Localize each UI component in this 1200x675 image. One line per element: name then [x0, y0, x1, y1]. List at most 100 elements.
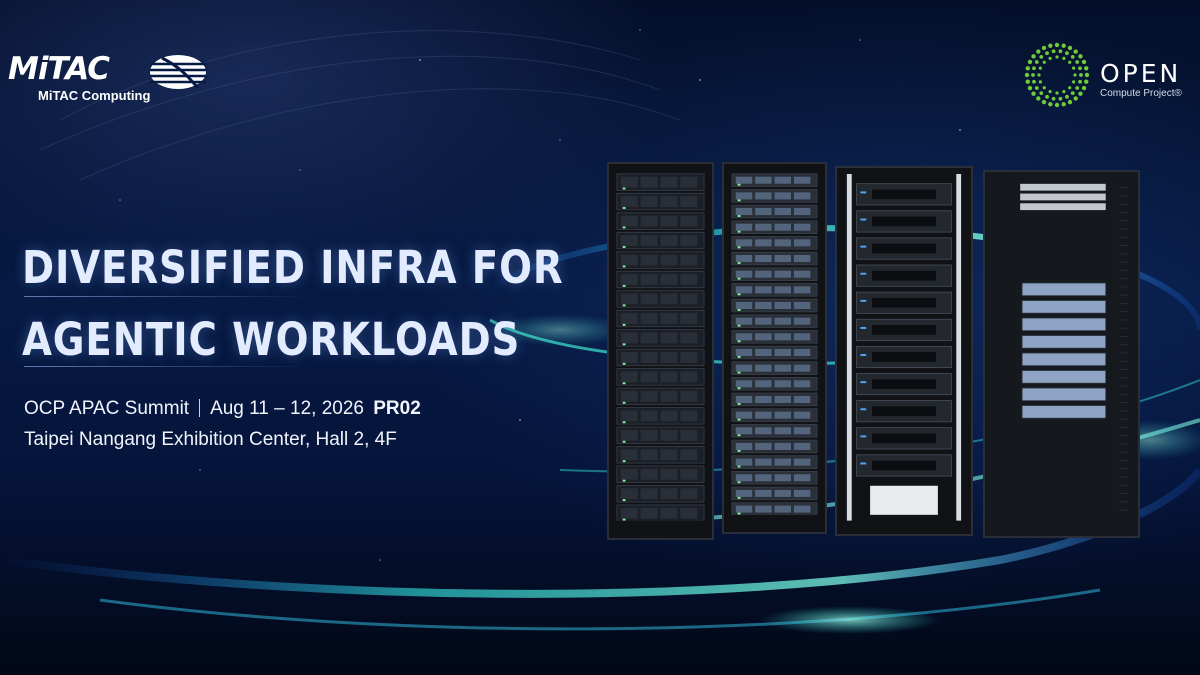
ocp-dot [1079, 73, 1083, 77]
server-unit [1021, 387, 1107, 402]
server-unit [616, 309, 705, 328]
server-unit [1020, 203, 1106, 211]
server-unit [856, 237, 952, 260]
event-name: OCP APAC Summit [24, 398, 190, 419]
server-unit [616, 270, 705, 289]
server-unit [731, 361, 818, 375]
ocp-dot [1061, 102, 1066, 107]
ocp-dot [1025, 79, 1030, 84]
server-unit [616, 387, 705, 406]
server-unit [616, 173, 705, 191]
separator [199, 399, 201, 417]
server-unit [731, 439, 818, 454]
divider [24, 366, 314, 367]
ocp-dot [1061, 43, 1066, 48]
ocp-dot [1027, 59, 1033, 65]
ocp-dot [1031, 91, 1036, 96]
ocp-dot [1058, 96, 1063, 101]
ocp-dot [1070, 91, 1075, 96]
ocp-dot [1055, 91, 1059, 95]
event-venue: Taipei Nangang Exhibition Center, Hall 2… [24, 429, 397, 450]
server-unit [616, 329, 705, 347]
server-rack [835, 166, 973, 536]
power-shelf [870, 485, 938, 515]
ocp-dot [1062, 90, 1066, 94]
ocp-dot [1038, 66, 1042, 70]
ocp-dot [1073, 96, 1078, 101]
server-unit [856, 400, 952, 423]
rack-slots [1020, 183, 1128, 511]
ocp-dot [1048, 90, 1052, 94]
ocp-dot [1038, 80, 1042, 84]
server-unit [616, 192, 705, 211]
ocp-dot [1075, 86, 1080, 90]
ocp-dot [1039, 91, 1044, 96]
mitac-globe-icon [150, 55, 206, 89]
ocp-dot [1062, 56, 1066, 60]
server-unit [731, 220, 818, 234]
server-unit [731, 330, 818, 344]
ocp-dot [1045, 94, 1049, 99]
ocp-dot [1070, 54, 1075, 59]
ocp-dot [1042, 86, 1046, 90]
server-unit [731, 283, 818, 297]
ocp-dot [1024, 72, 1030, 78]
booth-number: PR02 [373, 398, 421, 419]
ocp-dot [1039, 54, 1044, 59]
ocp-dot [1032, 66, 1036, 71]
server-unit [731, 267, 818, 281]
ocp-dot [1051, 96, 1056, 101]
rack-rail [846, 174, 852, 521]
ocp-dot [1084, 66, 1089, 71]
server-unit [731, 314, 818, 328]
headline-line-1: DIVERSIFIED INFRA FOR [22, 241, 564, 294]
server-unit [731, 345, 818, 360]
server-unit [731, 486, 818, 501]
mitac-subtitle: MiTAC Computing [38, 88, 151, 103]
server-unit [731, 204, 818, 219]
ocp-dot [1048, 102, 1053, 107]
server-unit [856, 373, 952, 396]
ocp-logo: OPEN Compute Project® [1022, 40, 1194, 110]
ocp-dot [1072, 80, 1076, 84]
ocp-dot [1068, 86, 1072, 90]
mitac-logo: MiTAC MiTAC Computing [8, 52, 213, 107]
divider [24, 296, 314, 297]
server-unit [856, 210, 952, 233]
ocp-dot [1025, 66, 1030, 71]
server-unit [731, 470, 818, 485]
ocp-dot [1078, 79, 1082, 84]
server-unit [616, 231, 705, 250]
ocp-dot [1073, 73, 1077, 77]
server-unit [731, 455, 818, 469]
server-unit [856, 183, 952, 206]
server-unit [616, 251, 705, 269]
ocp-dot [1078, 66, 1082, 71]
server-rack [722, 162, 827, 534]
server-unit [616, 504, 705, 521]
event-banner: MiTAC MiTAC Computing OPEN Compute Proje… [0, 0, 1200, 675]
ocp-dot [1041, 45, 1047, 51]
ocp-dot [1084, 72, 1090, 78]
server-rack [607, 162, 714, 540]
ocp-dot [1058, 49, 1063, 54]
ocp-subtitle: Compute Project® [1100, 88, 1182, 99]
server-unit [616, 446, 705, 464]
ocp-dot [1037, 73, 1041, 77]
ocp-dot [1081, 85, 1087, 91]
ocp-dot [1036, 49, 1041, 54]
event-dates: Aug 11 – 12, 2026 [210, 398, 364, 419]
server-unit [731, 189, 818, 203]
ocp-dot [1073, 49, 1078, 54]
ocp-dot [1031, 73, 1035, 77]
server-unit [731, 424, 818, 438]
ocp-dot [1084, 79, 1089, 84]
ocp-dot [1055, 55, 1059, 59]
ocp-dot [1065, 94, 1069, 99]
ocp-dot [1065, 51, 1069, 56]
ocp-dot [1067, 45, 1073, 51]
server-unit [616, 465, 705, 483]
headline: DIVERSIFIED INFRA FOR AGENTIC WORKLOADS [22, 232, 564, 376]
rack-slots [846, 174, 962, 521]
server-unit [1021, 405, 1107, 419]
